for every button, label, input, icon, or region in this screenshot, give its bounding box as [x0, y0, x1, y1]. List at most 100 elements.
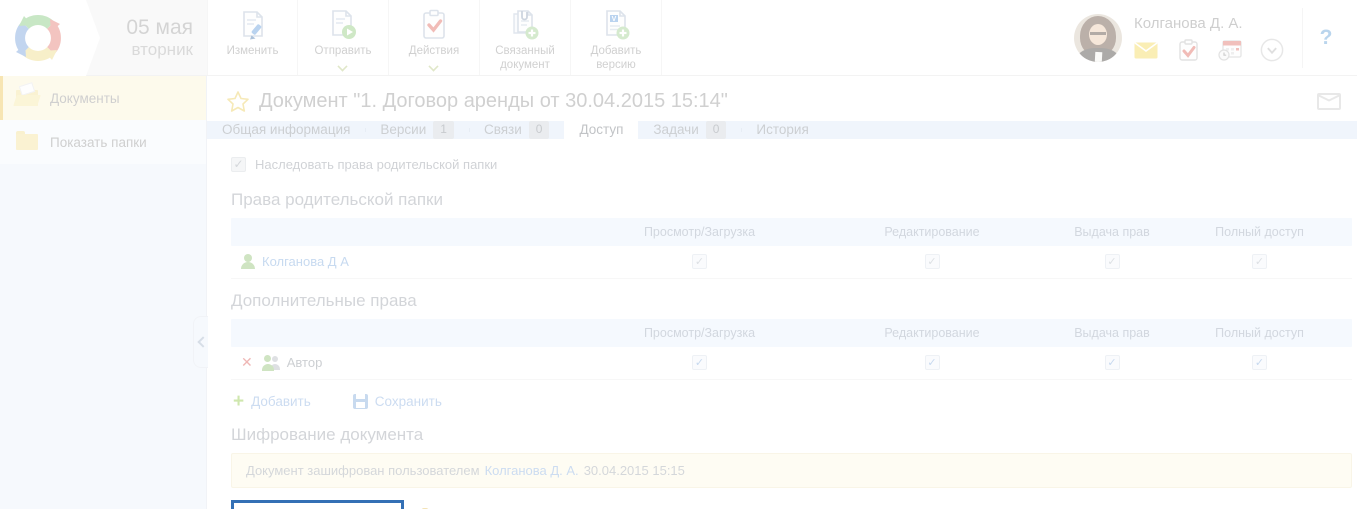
table-row: ✕ Автор [231, 347, 1352, 380]
table-row: Колганова Д А [231, 246, 1352, 279]
add-label: Добавить [251, 394, 311, 409]
favorite-star-icon[interactable] [227, 91, 249, 112]
user-name: Колганова Д. А. [1134, 15, 1243, 32]
grant-rights-checkbox[interactable] [1105, 355, 1120, 370]
current-date: 05 мая вторник [86, 16, 207, 60]
edit-button[interactable]: Изменить [207, 0, 298, 75]
calendar-icon[interactable] [1218, 40, 1242, 60]
chevron-down-icon [338, 62, 348, 68]
tasks-icon[interactable] [1176, 40, 1200, 60]
change-password-button[interactable]: Изменить пароль [231, 500, 404, 509]
save-rights-button[interactable]: Сохранить [353, 394, 442, 409]
toolbar-button-label: Связанный документ [480, 45, 570, 73]
edit-checkbox[interactable] [925, 355, 940, 370]
collapse-sidebar-handle[interactable] [193, 316, 208, 368]
tab-links[interactable]: Связи 0 [469, 121, 565, 139]
page-title: Документ "1. Договор аренды от 30.04.201… [259, 90, 1317, 113]
send-by-mail-icon[interactable] [1317, 93, 1341, 110]
tab-label: Связи [484, 122, 522, 137]
role-name: Автор [287, 355, 323, 370]
column-header: Редактирование [807, 326, 1057, 340]
notice-user-link[interactable]: Колганова Д. А. [485, 463, 579, 478]
view-download-checkbox [692, 254, 707, 269]
actions-clipboard-icon [417, 8, 451, 42]
more-chevron-icon[interactable] [1260, 40, 1284, 60]
tab-versions[interactable]: Версии 1 [365, 121, 469, 139]
table-header: Просмотр/Загрузка Редактирование Выдача … [231, 319, 1352, 347]
linked-document-button[interactable]: Связанный документ [480, 0, 571, 75]
checkbox-checked-icon [231, 157, 246, 172]
logo-ring-icon [10, 10, 66, 66]
brand-zone: 05 мая вторник [0, 0, 207, 75]
app-logo[interactable] [0, 0, 86, 76]
sidebar-item-label: Показать папки [50, 135, 147, 150]
tab-history[interactable]: История [741, 121, 823, 139]
app-window: 05 мая вторник Изменить [0, 0, 1357, 509]
edit-document-icon [236, 8, 270, 42]
plus-icon: + [233, 392, 244, 411]
save-floppy-icon [353, 394, 368, 409]
column-header: Просмотр/Загрузка [592, 326, 807, 340]
linked-document-icon [508, 8, 542, 42]
document-panel: Документ "1. Договор аренды от 30.04.201… [207, 76, 1357, 509]
sidebar: Документы Показать папки [0, 76, 207, 509]
help-button[interactable]: ? [1303, 26, 1349, 50]
column-header: Редактирование [807, 225, 1057, 239]
encryption-heading: Шифрование документа [231, 425, 1345, 445]
tab-badge: 1 [433, 121, 454, 139]
top-toolbar: 05 мая вторник Изменить [0, 0, 1357, 76]
date-weekday: вторник [86, 40, 193, 60]
toolbar-button-label: Действия [409, 45, 459, 59]
date-day: 05 мая [86, 16, 193, 40]
inherit-rights-label: Наследовать права родительской папки [255, 157, 497, 172]
tab-label: Версии [380, 122, 426, 137]
parent-rights-table: Просмотр/Загрузка Редактирование Выдача … [231, 218, 1352, 279]
column-header: Полный доступ [1167, 326, 1352, 340]
tab-label: История [756, 122, 808, 137]
parent-rights-heading: Права родительской папки [231, 190, 1345, 210]
tab-badge: 0 [529, 121, 550, 139]
send-document-icon [326, 8, 360, 42]
tab-general-info[interactable]: Общая информация [207, 121, 365, 139]
tab-access[interactable]: Доступ [564, 121, 638, 139]
table-header: Просмотр/Загрузка Редактирование Выдача … [231, 218, 1352, 246]
save-label: Сохранить [375, 394, 442, 409]
full-access-checkbox[interactable] [1252, 355, 1267, 370]
delete-row-icon[interactable]: ✕ [241, 354, 253, 371]
actions-button[interactable]: Действия [389, 0, 480, 75]
tabbar: Общая информация Версии 1 Связи 0 Доступ… [207, 121, 1357, 139]
add-rights-button[interactable]: + Добавить [233, 392, 311, 411]
grant-rights-checkbox [1105, 254, 1120, 269]
user-zone: Колганова Д. А. ? [1074, 0, 1357, 75]
notice-datetime: 30.04.2015 15:15 [584, 463, 685, 478]
sidebar-item-show-folders[interactable]: Показать папки [0, 120, 206, 164]
folder-icon [16, 134, 38, 150]
view-download-checkbox[interactable] [692, 355, 707, 370]
additional-rights-table: Просмотр/Загрузка Редактирование Выдача … [231, 319, 1352, 380]
inherit-rights-checkbox[interactable]: Наследовать права родительской папки [231, 157, 1345, 172]
column-header: Полный доступ [1167, 225, 1352, 239]
add-version-button[interactable]: V Добавить версию [571, 0, 662, 75]
user-avatar[interactable] [1074, 14, 1122, 62]
svg-text:V: V [612, 16, 617, 23]
user-link[interactable]: Колганова Д А [262, 254, 349, 269]
column-header: Выдача прав [1057, 326, 1167, 340]
full-access-checkbox [1252, 254, 1267, 269]
toolbar-button-label: Добавить версию [571, 45, 661, 73]
user-icon [241, 254, 255, 269]
sidebar-item-documents[interactable]: Документы [0, 76, 206, 120]
group-icon [262, 355, 280, 371]
encryption-notice: Документ зашифрован пользователем Колган… [231, 453, 1352, 488]
notice-text: Документ зашифрован пользователем [246, 463, 480, 478]
mail-icon[interactable] [1134, 40, 1158, 60]
sidebar-item-label: Документы [50, 91, 120, 106]
tab-tasks[interactable]: Задачи 0 [638, 121, 741, 139]
tab-label: Доступ [579, 122, 623, 137]
column-header: Выдача прав [1057, 225, 1167, 239]
column-header: Просмотр/Загрузка [592, 225, 807, 239]
send-button[interactable]: Отправить [298, 0, 389, 75]
tab-label: Задачи [653, 122, 698, 137]
tab-label: Общая информация [222, 122, 350, 137]
toolbar-button-label: Отправить [314, 45, 371, 59]
add-version-icon: V [599, 8, 633, 42]
